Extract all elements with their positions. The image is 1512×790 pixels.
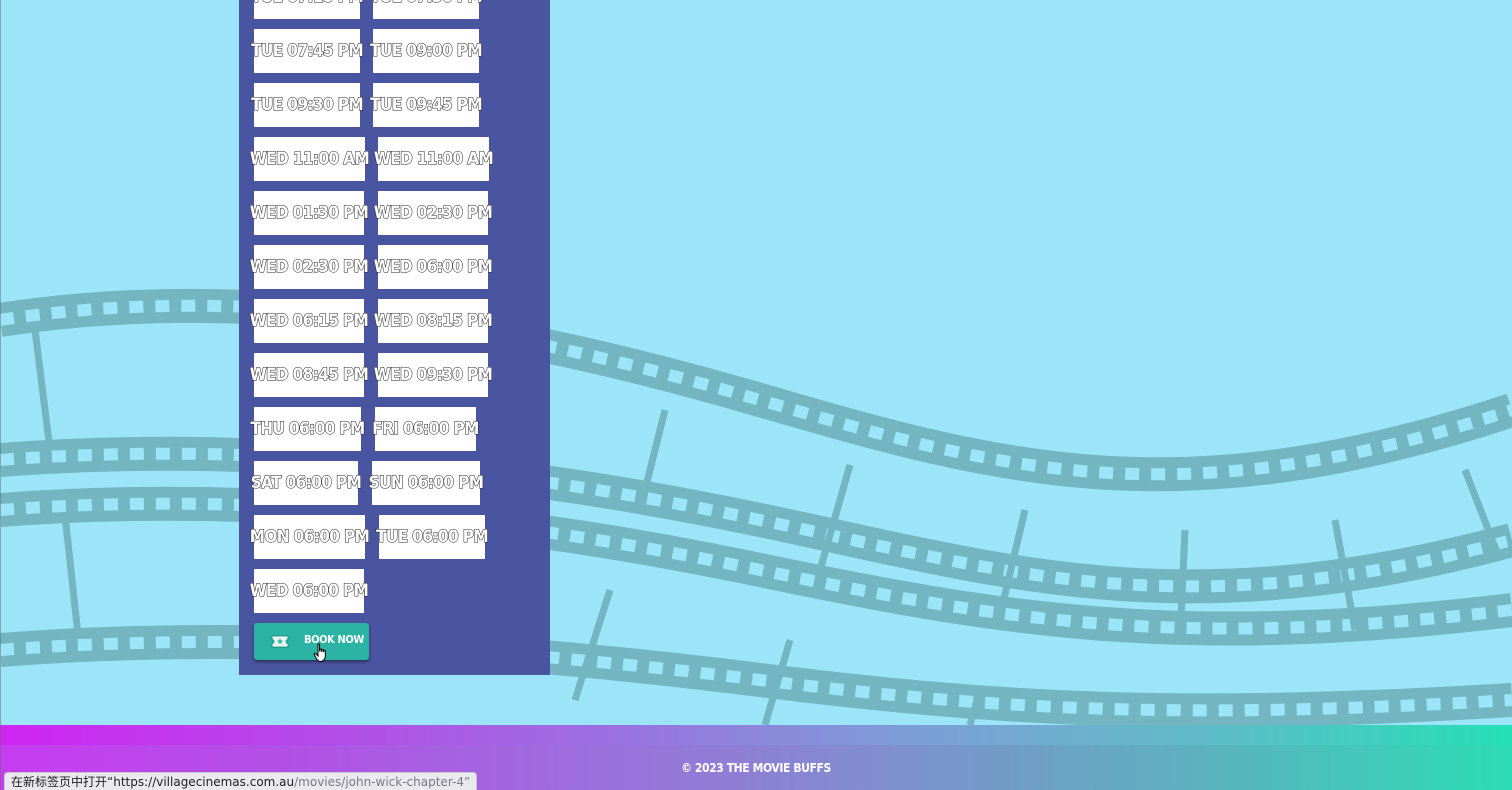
- link-preview-status-bar: 在新标签页中打开“https://villagecinemas.com.au/m…: [4, 772, 478, 790]
- film-strip-background: [0, 288, 1512, 725]
- showtimes-panel: TUE 07:15 PM TUE 07:30 PM TUE 07:45 PM T…: [239, 0, 550, 675]
- showtime-slot[interactable]: TUE 07:45 PM: [251, 29, 364, 73]
- showtime-slot[interactable]: THU 06:00 PM: [250, 407, 366, 451]
- showtime-slot[interactable]: TUE 06:00 PM: [376, 515, 489, 559]
- showtime-slot[interactable]: WED 01:30 PM: [249, 191, 369, 235]
- book-now-button[interactable]: BOOK NOW: [254, 623, 369, 660]
- status-prefix: 在新标签页中打开“https://: [11, 775, 157, 789]
- ticket-icon: [271, 635, 289, 648]
- showtime-slot[interactable]: WED 08:45 PM: [249, 353, 369, 397]
- showtime-slot[interactable]: WED 06:00 PM: [249, 569, 369, 613]
- showtime-slot[interactable]: WED 08:15 PM: [373, 299, 493, 343]
- status-domain: villagecinemas.com.au: [156, 774, 295, 789]
- showtime-slot[interactable]: SUN 06:00 PM: [368, 461, 485, 505]
- showtime-slot[interactable]: WED 06:15 PM: [249, 299, 369, 343]
- showtime-slot[interactable]: WED 11:00 AM: [249, 137, 370, 181]
- showtime-slot[interactable]: MON 06:00 PM: [249, 515, 370, 559]
- status-path: /movies/john-wick-chapter-4”: [294, 774, 471, 789]
- showtime-slot[interactable]: TUE 09:00 PM: [370, 29, 483, 73]
- showtime-slot[interactable]: TUE 07:15 PM: [251, 0, 364, 19]
- showtime-slot[interactable]: FRI 06:00 PM: [372, 407, 480, 451]
- showtime-slot[interactable]: WED 02:30 PM: [249, 245, 369, 289]
- showtime-slot[interactable]: TUE 09:30 PM: [251, 83, 364, 127]
- showtime-slot[interactable]: WED 09:30 PM: [373, 353, 493, 397]
- footer-gradient-band: [0, 725, 1512, 745]
- showtime-slot[interactable]: WED 02:30 PM: [373, 191, 493, 235]
- hand-pointer-icon: [313, 643, 326, 663]
- showtime-slot[interactable]: SAT 06:00 PM: [250, 461, 362, 505]
- showtime-slot[interactable]: TUE 07:30 PM: [370, 0, 483, 19]
- showtime-slot[interactable]: TUE 09:45 PM: [370, 83, 483, 127]
- window-edge: [0, 0, 1, 790]
- showtime-slot[interactable]: WED 06:00 PM: [373, 245, 493, 289]
- showtime-slot[interactable]: WED 11:00 AM: [373, 137, 494, 181]
